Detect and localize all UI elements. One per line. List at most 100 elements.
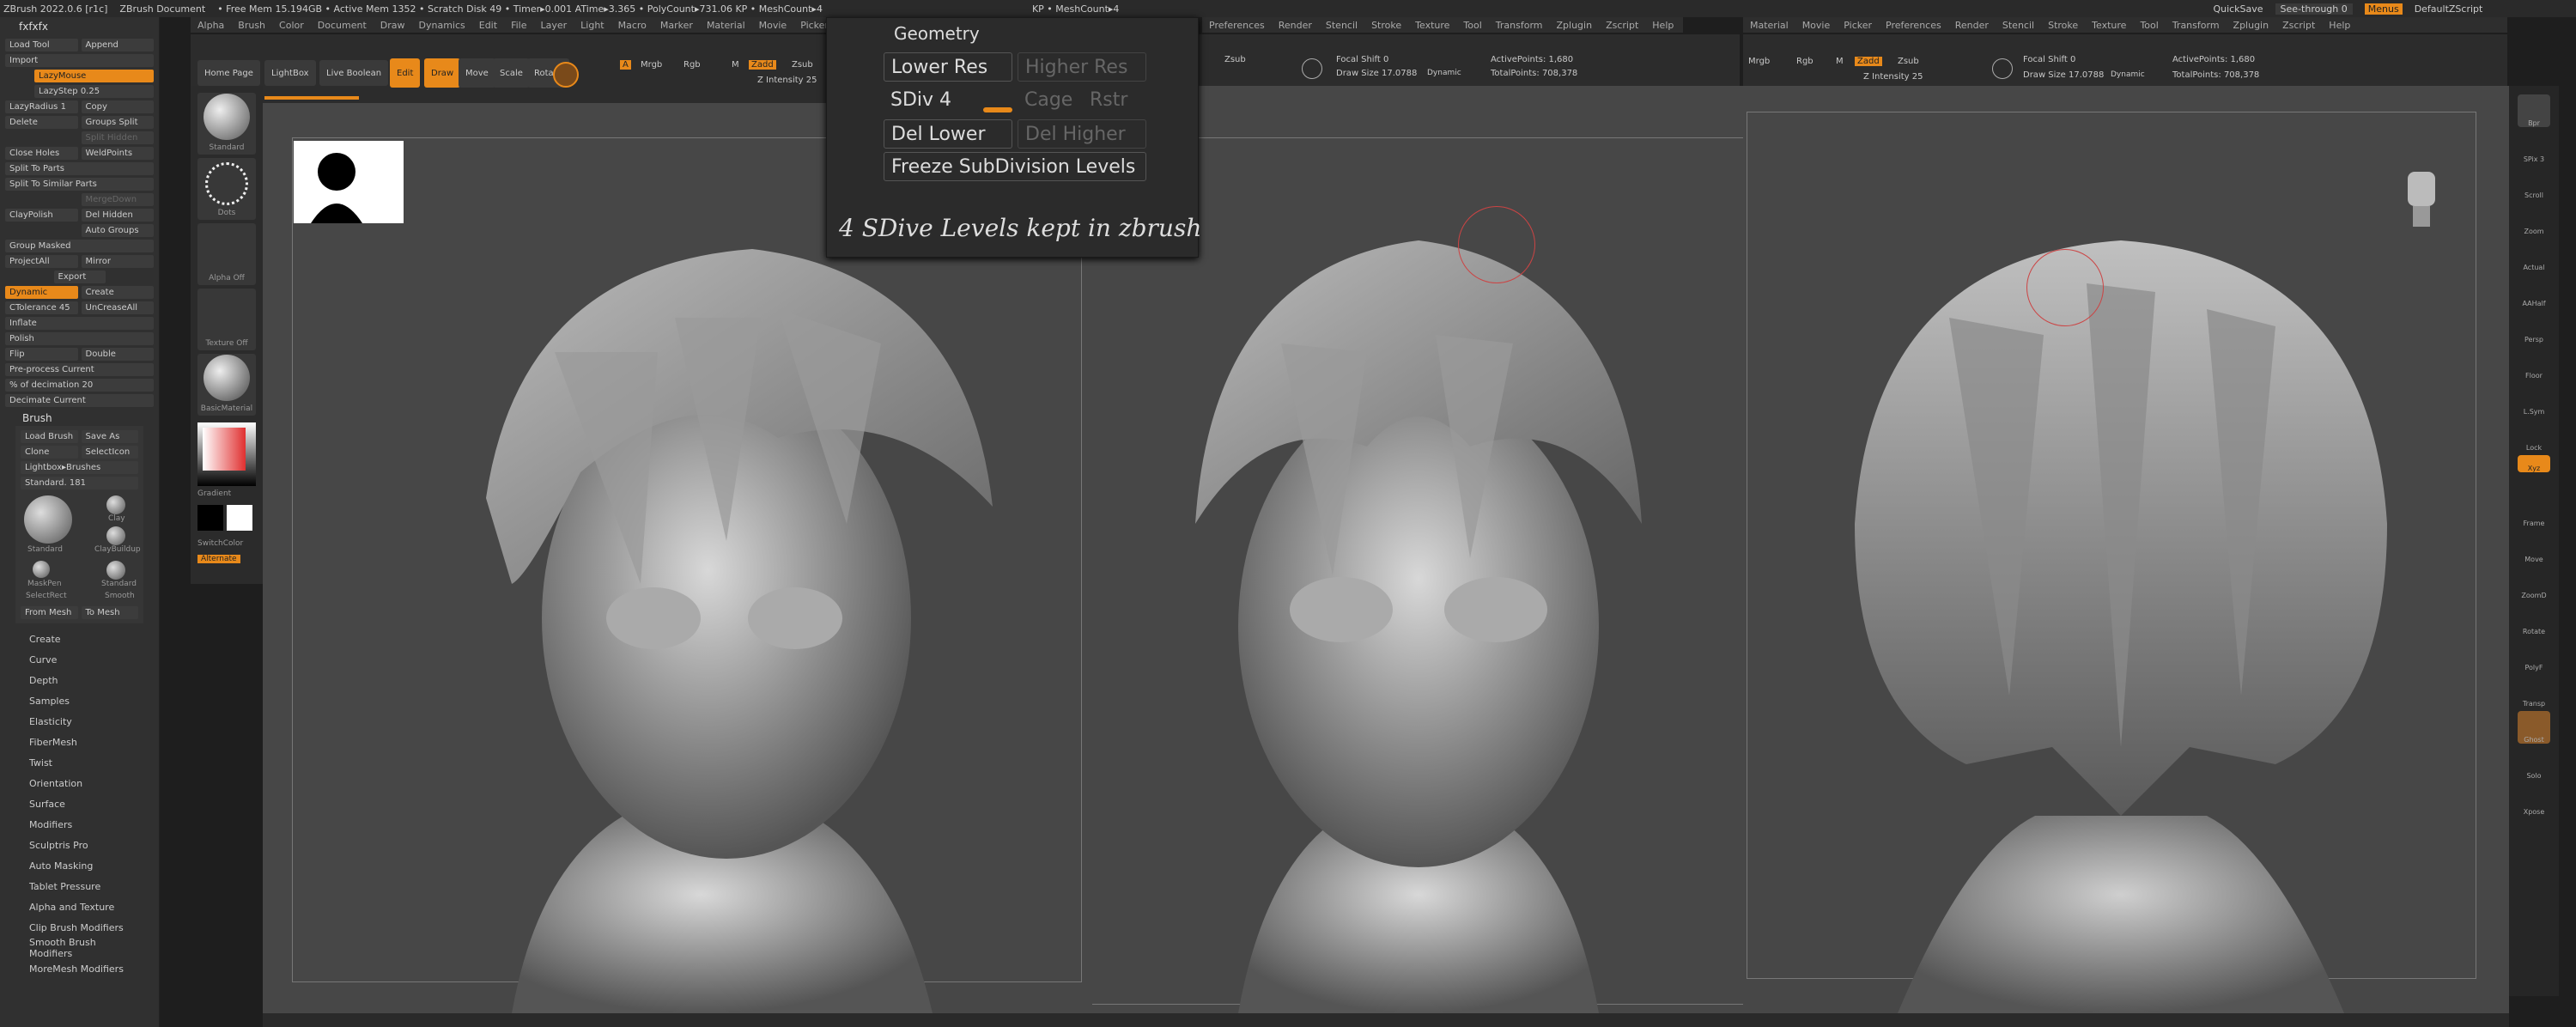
menu-item[interactable]: Tool bbox=[2140, 20, 2158, 31]
menu-item[interactable]: Stroke bbox=[2048, 20, 2078, 31]
brush-palette-title[interactable]: Brush bbox=[5, 412, 154, 424]
standard-brush-icon[interactable] bbox=[24, 495, 72, 544]
menu-item[interactable]: Zplugin bbox=[1557, 20, 1593, 31]
menu-item[interactable]: Zplugin bbox=[2233, 20, 2269, 31]
menu-item[interactable]: Preferences bbox=[1886, 20, 1941, 31]
scale-button[interactable]: Scale bbox=[493, 58, 530, 88]
menu-item[interactable]: Picker bbox=[1844, 20, 1872, 31]
a-toggle[interactable]: A bbox=[620, 60, 631, 70]
menu-item[interactable]: Light bbox=[580, 20, 604, 31]
switchcolor-button[interactable]: SwitchColor bbox=[197, 539, 243, 548]
bpr-button[interactable]: Bpr bbox=[2518, 94, 2550, 127]
subpalette-item[interactable]: Orientation bbox=[0, 773, 159, 793]
menu-item[interactable]: Draw bbox=[380, 20, 405, 31]
delete-button[interactable]: Delete bbox=[5, 116, 78, 129]
double-button[interactable]: Double bbox=[81, 348, 154, 361]
rstr-button[interactable]: Rstr bbox=[1083, 85, 1143, 114]
flip-button[interactable]: Flip bbox=[5, 348, 78, 361]
claybuildup-brush-icon[interactable] bbox=[106, 526, 125, 545]
subpalette-item[interactable]: Auto Masking bbox=[0, 855, 159, 876]
menu-item[interactable]: Layer bbox=[540, 20, 567, 31]
selecticon-button[interactable]: SelectIcon bbox=[81, 446, 138, 459]
zsub-toggle[interactable]: Zsub bbox=[1224, 55, 1246, 64]
menu-item[interactable]: Document bbox=[318, 20, 367, 31]
seethrough-slider[interactable]: See-through 0 bbox=[2275, 3, 2353, 15]
group-masked-button[interactable]: Group Masked bbox=[5, 240, 154, 252]
cage-button[interactable]: Cage bbox=[1018, 85, 1078, 114]
lower-res-button[interactable]: Lower Res bbox=[884, 52, 1012, 82]
subpalette-item[interactable]: Elasticity bbox=[0, 711, 159, 732]
texture-slot[interactable]: Texture Off bbox=[197, 289, 256, 350]
zoom3d-icon[interactable]: ZoomD bbox=[2518, 567, 2550, 599]
menu-item[interactable]: Preferences bbox=[1209, 20, 1265, 31]
z-intensity-slider[interactable]: Z Intensity 25 bbox=[757, 76, 817, 85]
claypolish-button[interactable]: ClayPolish bbox=[5, 209, 78, 222]
menu-item[interactable]: Render bbox=[1955, 20, 1989, 31]
actual-icon[interactable]: Actual bbox=[2518, 239, 2550, 271]
inflate-slider[interactable]: Inflate bbox=[5, 317, 154, 330]
solo-icon[interactable]: Solo bbox=[2518, 747, 2550, 780]
alpha-slot[interactable]: Alpha Off bbox=[197, 223, 256, 285]
draw-button[interactable]: Draw bbox=[424, 58, 461, 88]
xyz-toggle[interactable]: Xyz bbox=[2518, 455, 2550, 472]
from-mesh-button[interactable]: From Mesh bbox=[21, 606, 78, 619]
menu-item[interactable]: Marker bbox=[660, 20, 693, 31]
split-to-parts-button[interactable]: Split To Parts bbox=[5, 162, 154, 175]
subpalette-item[interactable]: FiberMesh bbox=[0, 732, 159, 752]
polish-slider[interactable]: Polish bbox=[5, 332, 154, 345]
preprocess-button[interactable]: Pre-process Current bbox=[5, 363, 154, 376]
lazystep-slider[interactable]: LazyStep 0.25 bbox=[34, 85, 154, 98]
polyf-icon[interactable]: PolyF bbox=[2518, 639, 2550, 672]
menu-item[interactable]: Help bbox=[2329, 20, 2350, 31]
mirror-button[interactable]: Mirror bbox=[81, 255, 154, 268]
aahalf-icon[interactable]: AAHalf bbox=[2518, 275, 2550, 307]
clay-brush-icon[interactable] bbox=[106, 495, 125, 514]
maskpen-brush-icon[interactable] bbox=[33, 561, 50, 578]
menu-item[interactable]: Tool bbox=[1463, 20, 1481, 31]
ctolerance-slider[interactable]: CTolerance 45 bbox=[5, 301, 78, 314]
groups-split-button[interactable]: Groups Split bbox=[81, 116, 154, 129]
primary-color-swatch[interactable] bbox=[197, 505, 223, 531]
uncrease-button[interactable]: UnCreaseAll bbox=[81, 301, 154, 314]
subpalette-item[interactable]: Smooth Brush Modifiers bbox=[0, 937, 159, 959]
subpalette-item[interactable]: MoreMesh Modifiers bbox=[0, 958, 159, 979]
save-as-button[interactable]: Save As bbox=[81, 430, 138, 443]
ghost-icon[interactable]: Ghost bbox=[2518, 711, 2550, 744]
subpalette-item[interactable]: Curve bbox=[0, 649, 159, 670]
subpalette-item[interactable]: Create bbox=[0, 629, 159, 649]
quicksave-button[interactable]: QuickSave bbox=[2213, 3, 2263, 15]
weldpoints-button[interactable]: WeldPoints bbox=[81, 147, 154, 160]
menus-button[interactable]: Menus bbox=[2364, 3, 2403, 15]
material-sphere-icon[interactable] bbox=[553, 62, 579, 88]
dynamic-toggle[interactable]: Dynamic bbox=[1427, 69, 1461, 77]
geometry-title[interactable]: Geometry bbox=[894, 23, 980, 44]
freeze-subdivision-button[interactable]: Freeze SubDivision Levels bbox=[884, 152, 1146, 181]
scroll-icon[interactable]: Scroll bbox=[2518, 167, 2550, 199]
focal-shift-slider[interactable]: Focal Shift 0 bbox=[1336, 55, 1388, 64]
load-brush-button[interactable]: Load Brush bbox=[21, 430, 78, 443]
del-lower-button[interactable]: Del Lower bbox=[884, 119, 1012, 149]
secondary-color-swatch[interactable] bbox=[227, 505, 252, 531]
gradient-label[interactable]: Gradient bbox=[197, 489, 231, 498]
persp-icon[interactable]: Persp bbox=[2518, 311, 2550, 343]
del-higher-button[interactable]: Del Higher bbox=[1018, 119, 1146, 149]
lightbox-button[interactable]: LightBox bbox=[264, 60, 316, 86]
projectall-button[interactable]: ProjectAll bbox=[5, 255, 78, 268]
brush-slider[interactable]: Standard. 181 bbox=[21, 477, 138, 489]
subpalette-item[interactable]: Alpha and Texture bbox=[0, 896, 159, 917]
subpalette-item[interactable]: Modifiers bbox=[0, 814, 159, 835]
menu-item[interactable]: Movie bbox=[759, 20, 787, 31]
transp-icon[interactable]: Transp bbox=[2518, 675, 2550, 708]
standard-brush-icon[interactable] bbox=[106, 561, 125, 580]
viewport-back[interactable] bbox=[1743, 86, 2509, 1013]
subpalette-item[interactable]: Samples bbox=[0, 690, 159, 711]
brush-name[interactable]: SelectRect bbox=[26, 592, 67, 600]
menu-item[interactable]: Render bbox=[1279, 20, 1312, 31]
spix-slider[interactable]: SPix 3 bbox=[2518, 131, 2550, 163]
mergedown-button[interactable]: MergeDown bbox=[81, 193, 154, 206]
subpalette-item[interactable]: Sculptris Pro bbox=[0, 835, 159, 855]
stroke-dots-slot[interactable]: Dots bbox=[197, 158, 256, 220]
m-toggle[interactable]: M bbox=[732, 60, 739, 70]
close-holes-button[interactable]: Close Holes bbox=[5, 147, 78, 160]
clone-button[interactable]: Clone bbox=[21, 446, 78, 459]
